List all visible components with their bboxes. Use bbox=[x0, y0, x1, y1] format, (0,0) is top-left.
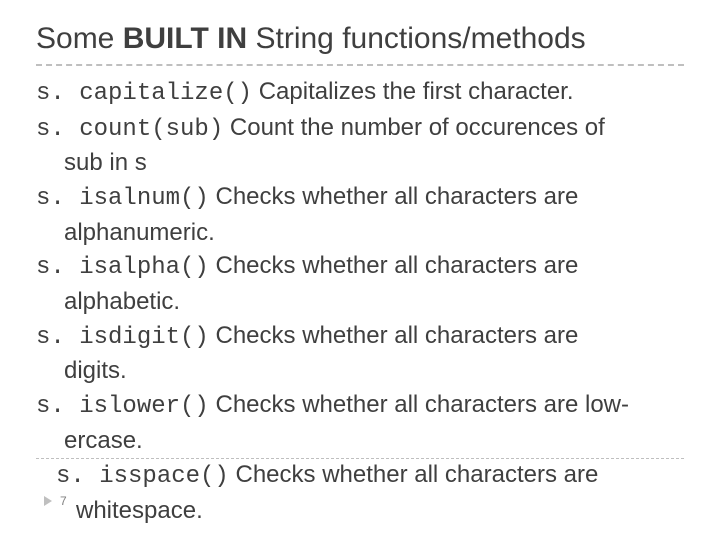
method-code: s. count(sub) bbox=[36, 116, 223, 143]
method-code: s. isdigit() bbox=[36, 324, 209, 351]
method-desc: Checks whether all characters are bbox=[216, 183, 579, 210]
method-desc-continuation: sub in s bbox=[64, 147, 684, 179]
method-item: s. isspace() Checks whether all characte… bbox=[56, 459, 684, 493]
slide-body: s. capitalize() Capitalizes the first ch… bbox=[36, 76, 684, 527]
slide-title: Some BUILT IN String functions/methods bbox=[36, 22, 684, 56]
method-desc-continuation: alphabetic. bbox=[64, 286, 684, 318]
slide: Some BUILT IN String functions/methods s… bbox=[0, 0, 720, 540]
page-number: 7 bbox=[60, 494, 67, 508]
title-post: String functions/methods bbox=[247, 22, 586, 55]
method-code: s. isalnum() bbox=[36, 185, 209, 212]
method-code: s. isalpha() bbox=[36, 254, 209, 281]
method-item: s. isalnum() Checks whether all characte… bbox=[36, 181, 684, 215]
method-desc: Checks whether all characters are bbox=[216, 322, 579, 349]
method-item: s. islower() Checks whether all characte… bbox=[36, 389, 684, 423]
method-desc-continuation: whitespace. bbox=[76, 495, 684, 527]
title-pre: Some bbox=[36, 22, 123, 55]
method-item: s. count(sub) Count the number of occure… bbox=[36, 112, 684, 146]
method-item: s. capitalize() Capitalizes the first ch… bbox=[36, 76, 684, 110]
play-icon bbox=[44, 496, 52, 506]
title-bold: BUILT IN bbox=[123, 22, 247, 55]
title-underline: Some BUILT IN String functions/methods bbox=[36, 22, 684, 66]
method-desc: Checks whether all characters are low- bbox=[216, 391, 630, 418]
method-desc: Count the number of occurences of bbox=[230, 114, 605, 141]
method-item: s. isalpha() Checks whether all characte… bbox=[36, 250, 684, 284]
method-desc: Checks whether all characters are bbox=[216, 252, 579, 279]
method-desc-continuation: digits. bbox=[64, 355, 684, 387]
method-desc: Checks whether all characters are bbox=[236, 461, 599, 488]
method-code: s. capitalize() bbox=[36, 80, 252, 107]
method-desc-continuation: alphanumeric. bbox=[64, 217, 684, 249]
method-code: s. isspace() bbox=[56, 463, 229, 490]
method-code: s. islower() bbox=[36, 393, 209, 420]
method-desc: Capitalizes the first character. bbox=[259, 78, 574, 105]
method-desc-continuation: ercase. bbox=[64, 425, 684, 457]
method-item: s. isdigit() Checks whether all characte… bbox=[36, 320, 684, 354]
slide-footer: 7 bbox=[44, 494, 67, 508]
